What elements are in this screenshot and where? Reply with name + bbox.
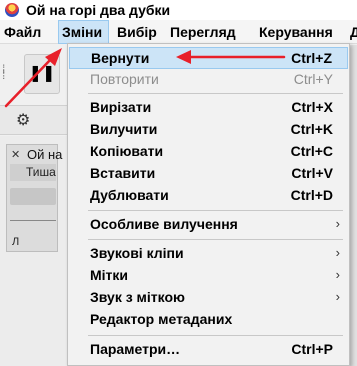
menu-separator bbox=[88, 210, 343, 211]
track-name[interactable]: Ой на bbox=[27, 147, 62, 162]
right-edge bbox=[350, 45, 357, 366]
menu-item-shortcut: Ctrl+Y bbox=[293, 71, 333, 87]
menu-item-label: Параметри… bbox=[90, 341, 181, 357]
pause-icon: ❚❚ bbox=[28, 65, 56, 82]
menu-item-labeled-audio[interactable]: Звук з міткою › bbox=[69, 286, 348, 308]
chevron-right-icon: › bbox=[335, 289, 340, 304]
app-window: Ой на горі два дубки Файл Зміни Вибір Пе… bbox=[0, 0, 357, 366]
menu-item-undo[interactable]: Вернути Ctrl+Z bbox=[69, 47, 348, 69]
menu-item-label: Особливе вилучення bbox=[90, 216, 238, 232]
gear-icon[interactable]: ⚙ bbox=[16, 110, 30, 130]
menu-item-label: Дублювати bbox=[90, 187, 169, 203]
menu-item-label: Копіювати bbox=[90, 143, 164, 159]
menu-item-label: Вилучити bbox=[90, 121, 158, 137]
menu-item-label: Редактор метаданих bbox=[90, 311, 233, 327]
menu-item-special-remove[interactable]: Особливе вилучення › bbox=[69, 213, 348, 235]
menu-separator bbox=[88, 239, 343, 240]
menu-item-label: Вирізати bbox=[90, 99, 152, 115]
chevron-right-icon: › bbox=[335, 267, 340, 282]
menu-item-delete[interactable]: Вилучити Ctrl+K bbox=[69, 118, 348, 140]
menu-item-shortcut: Ctrl+V bbox=[291, 165, 333, 181]
window-title: Ой на горі два дубки bbox=[26, 2, 171, 18]
menu-separator bbox=[88, 335, 343, 336]
menu-item-shortcut: Ctrl+D bbox=[290, 187, 333, 203]
close-icon[interactable]: ✕ bbox=[11, 148, 20, 161]
menu-bar: Файл Зміни Вибір Перегляд Керування Д bbox=[0, 20, 357, 44]
menu-item-shortcut: Ctrl+C bbox=[290, 143, 333, 159]
pause-button[interactable]: ❚❚ bbox=[24, 54, 60, 94]
chevron-right-icon: › bbox=[335, 216, 340, 231]
menu-item-shortcut: Ctrl+P bbox=[291, 341, 333, 357]
menu-item-shortcut: Ctrl+X bbox=[291, 99, 333, 115]
menu-item-label: Звук з міткою bbox=[90, 289, 185, 305]
menu-more[interactable]: Д bbox=[350, 20, 357, 44]
toolbar-grip[interactable]: ⁞ ⁞ bbox=[2, 63, 5, 81]
menu-view[interactable]: Перегляд bbox=[170, 20, 236, 44]
title-bar: Ой на горі два дубки bbox=[0, 0, 357, 20]
menu-file[interactable]: Файл bbox=[4, 20, 41, 44]
menu-item-shortcut: Ctrl+Z bbox=[291, 50, 332, 66]
menu-edit[interactable]: Зміни bbox=[58, 20, 109, 44]
menu-select[interactable]: Вибір bbox=[117, 20, 157, 44]
menu-item-copy[interactable]: Копіювати Ctrl+C bbox=[69, 140, 348, 162]
menu-item-label: Вставити bbox=[90, 165, 156, 181]
menu-item-label: Звукові кліпи bbox=[90, 245, 184, 261]
track-sub-label[interactable]: Тиша bbox=[10, 164, 56, 181]
menu-item-redo[interactable]: Повторити Ctrl+Y bbox=[69, 68, 348, 90]
menu-item-label: Вернути bbox=[91, 50, 150, 66]
chevron-right-icon: › bbox=[335, 245, 340, 260]
menu-item-metadata-editor[interactable]: Редактор метаданих bbox=[69, 308, 348, 330]
menu-item-duplicate[interactable]: Дублювати Ctrl+D bbox=[69, 184, 348, 206]
track-scale bbox=[10, 220, 56, 221]
menu-item-clips[interactable]: Звукові кліпи › bbox=[69, 242, 348, 264]
menu-item-label: Мітки bbox=[90, 267, 129, 283]
edit-menu-dropdown: Вернути Ctrl+Z Повторити Ctrl+Y Вирізати… bbox=[67, 43, 350, 366]
menu-item-cut[interactable]: Вирізати Ctrl+X bbox=[69, 96, 348, 118]
menu-item-preferences[interactable]: Параметри… Ctrl+P bbox=[69, 338, 348, 360]
menu-item-label: Повторити bbox=[90, 71, 159, 87]
menu-item-labels[interactable]: Мітки › bbox=[69, 264, 348, 286]
track-pan-label: Л bbox=[12, 236, 20, 248]
menu-transport[interactable]: Керування bbox=[259, 20, 333, 44]
menu-separator bbox=[88, 93, 343, 94]
menu-item-shortcut: Ctrl+K bbox=[290, 121, 333, 137]
track-gain-slider[interactable] bbox=[10, 188, 56, 205]
app-logo-icon bbox=[5, 3, 19, 17]
menu-item-paste[interactable]: Вставити Ctrl+V bbox=[69, 162, 348, 184]
